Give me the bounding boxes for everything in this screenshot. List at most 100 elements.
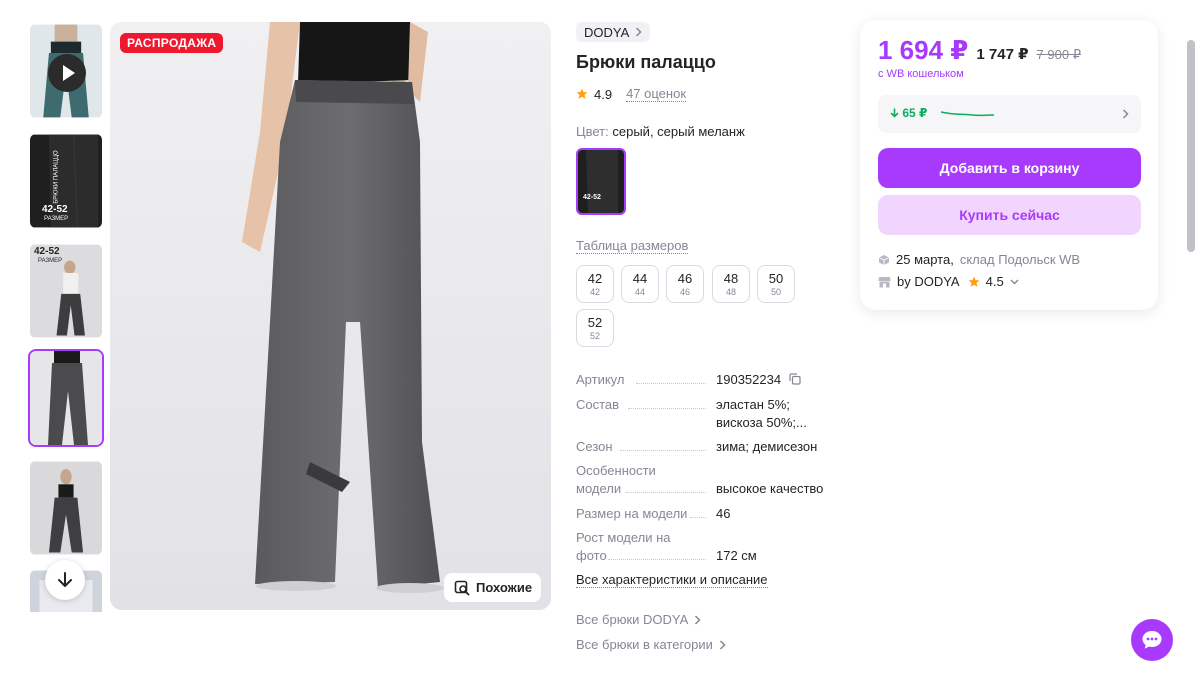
size-option-44[interactable]: 44 44: [621, 265, 659, 303]
size-intl: 42: [589, 287, 600, 297]
seller-info[interactable]: by DODYA 4.5: [878, 274, 1019, 289]
similar-button[interactable]: Похожие: [444, 573, 541, 602]
add-to-cart-button[interactable]: Добавить в корзину: [878, 148, 1141, 188]
brand-name: DODYA: [584, 24, 630, 40]
spec-value: 46: [716, 506, 731, 521]
thumbnail-4-active[interactable]: [28, 349, 104, 447]
spec-key: Артикул: [576, 372, 625, 387]
thumbnail-size-word: РАЗМЕР: [44, 216, 69, 222]
spec-value: эластан 5%; вискоза 50%;...: [716, 397, 807, 430]
spec-dots: [620, 450, 706, 451]
size-intl: 44: [634, 287, 645, 297]
all-category-pants-label: Все брюки в категории: [576, 637, 713, 652]
chevron-down-icon: [1010, 279, 1019, 284]
brand-link[interactable]: DODYA: [576, 22, 651, 42]
spec-value: зима; демисезон: [716, 439, 818, 454]
color-value: серый, серый меланж: [612, 124, 745, 139]
price-old: 7 900 ₽: [1036, 47, 1081, 62]
thumbnail-2[interactable]: 42-52 РАЗМЕР БРЮКИ ПАЛАЦЦО: [28, 132, 104, 230]
all-brand-pants-link[interactable]: Все брюки DODYA: [576, 612, 701, 627]
seller-name: by DODYA: [897, 274, 960, 289]
chevron-right-icon: [636, 27, 642, 37]
similar-label: Похожие: [476, 580, 533, 595]
size-intl: 48: [725, 287, 736, 297]
size-option-50[interactable]: 50 50: [757, 265, 795, 303]
arrow-drop-icon: [890, 108, 899, 118]
product-photo: [110, 22, 551, 610]
size-ru: 52: [587, 315, 603, 330]
color-swatch-selected[interactable]: 42-52: [576, 148, 626, 215]
size-option-46[interactable]: 46 46: [666, 265, 704, 303]
thumbnail-video[interactable]: [28, 22, 104, 120]
thumbnail-size-text: 42-52: [42, 204, 68, 215]
spec-value: высокое качество: [716, 481, 824, 496]
spec-dots: [690, 517, 706, 518]
product-title: Брюки палаццо: [576, 52, 716, 72]
color-row: Цвет: серый, серый меланж: [576, 124, 836, 139]
swatch-size-text: 42-52: [583, 194, 601, 201]
rating-value: 4.9: [594, 86, 613, 102]
thumbnail-3[interactable]: 42-52 РАЗМЕР: [28, 242, 104, 340]
spec-key: Размер на модели: [576, 506, 688, 521]
thumbnail-rail: 42-52 РАЗМЕР БРЮКИ ПАЛАЦЦО 42-52 РАЗМЕР: [28, 22, 104, 612]
main-product-image[interactable]: РАСПРОДАЖА Похожие: [110, 22, 551, 610]
thumbnail-image: [30, 461, 102, 555]
size-ru: 44: [632, 271, 648, 286]
price-sparkline: [940, 111, 995, 117]
price-drop: 65 ₽: [890, 106, 927, 120]
wallet-note: с WB кошельком: [878, 68, 964, 80]
seller-rating: 4.5: [985, 274, 1004, 289]
size-option-48[interactable]: 48 48: [712, 265, 750, 303]
chevron-right-icon: [695, 614, 701, 625]
color-label: Цвет:: [576, 124, 609, 139]
article-number: 190352234: [716, 372, 782, 387]
buy-now-button[interactable]: Купить сейчас: [878, 195, 1141, 235]
all-category-pants-link[interactable]: Все брюки в категории: [576, 637, 726, 652]
price-regular: 1 747 ₽: [976, 46, 1029, 63]
thumbnail-image: [30, 351, 102, 445]
price-history-box[interactable]: 65 ₽: [878, 95, 1141, 133]
star-icon: [968, 276, 980, 287]
chat-button[interactable]: [1131, 619, 1173, 661]
arrow-down-icon: [58, 572, 72, 587]
size-intl: 50: [770, 287, 781, 297]
thumbnail-size-text: 42-52: [34, 246, 60, 257]
price-card: 1 694 ₽ 1 747 ₽ 7 900 ₽ с WB кошельком 6…: [860, 20, 1158, 310]
copy-icon[interactable]: [789, 373, 801, 385]
size-ru: 48: [723, 271, 739, 286]
search-similar-icon: [454, 580, 470, 595]
price-drop-value: 65 ₽: [902, 106, 928, 120]
thumbnail-5[interactable]: [28, 459, 104, 557]
delivery-info: 25 марта, склад Подольск WB: [878, 252, 1080, 267]
size-option-52[interactable]: 52 52: [576, 309, 614, 347]
size-intl: 46: [679, 287, 690, 297]
shop-icon: [878, 276, 891, 287]
rating-row: 4.9 47 оценок: [576, 86, 836, 102]
size-option-42[interactable]: 42 42: [576, 265, 614, 303]
warehouse: склад Подольск WB: [959, 252, 1081, 267]
spec-dots: [636, 383, 706, 384]
spec-value: 172 см: [716, 548, 757, 563]
price-row: 1 694 ₽ 1 747 ₽ 7 900 ₽: [878, 35, 1081, 66]
all-brand-pants-label: Все брюки DODYA: [576, 612, 689, 627]
reviews-link[interactable]: 47 оценок: [626, 86, 687, 102]
chevron-right-icon: [719, 639, 726, 650]
size-table-link[interactable]: Таблица размеров: [576, 238, 689, 254]
size-ru: 42: [587, 271, 603, 286]
spec-key: Сезон: [576, 439, 613, 454]
spec-dots: [628, 408, 706, 409]
thumbnails-scroll-down-button[interactable]: [45, 560, 85, 600]
spec-dots: [608, 559, 706, 560]
box-icon: [878, 254, 890, 265]
price-wallet: 1 694 ₽: [878, 35, 969, 65]
delivery-date: 25 марта,: [896, 252, 954, 267]
thumbnail-size-word: РАЗМЕР: [38, 258, 63, 264]
size-intl: 52: [589, 331, 600, 341]
page-scrollbar[interactable]: [1187, 40, 1195, 252]
chat-icon: [1142, 631, 1162, 649]
size-ru: 46: [677, 271, 693, 286]
spec-dots: [626, 492, 706, 493]
chevron-right-icon: [1122, 109, 1129, 119]
all-specs-link[interactable]: Все характеристики и описание: [576, 572, 768, 588]
product-info: DODYA Брюки палаццо 4.9 47 оценок Цвет: …: [576, 22, 836, 652]
